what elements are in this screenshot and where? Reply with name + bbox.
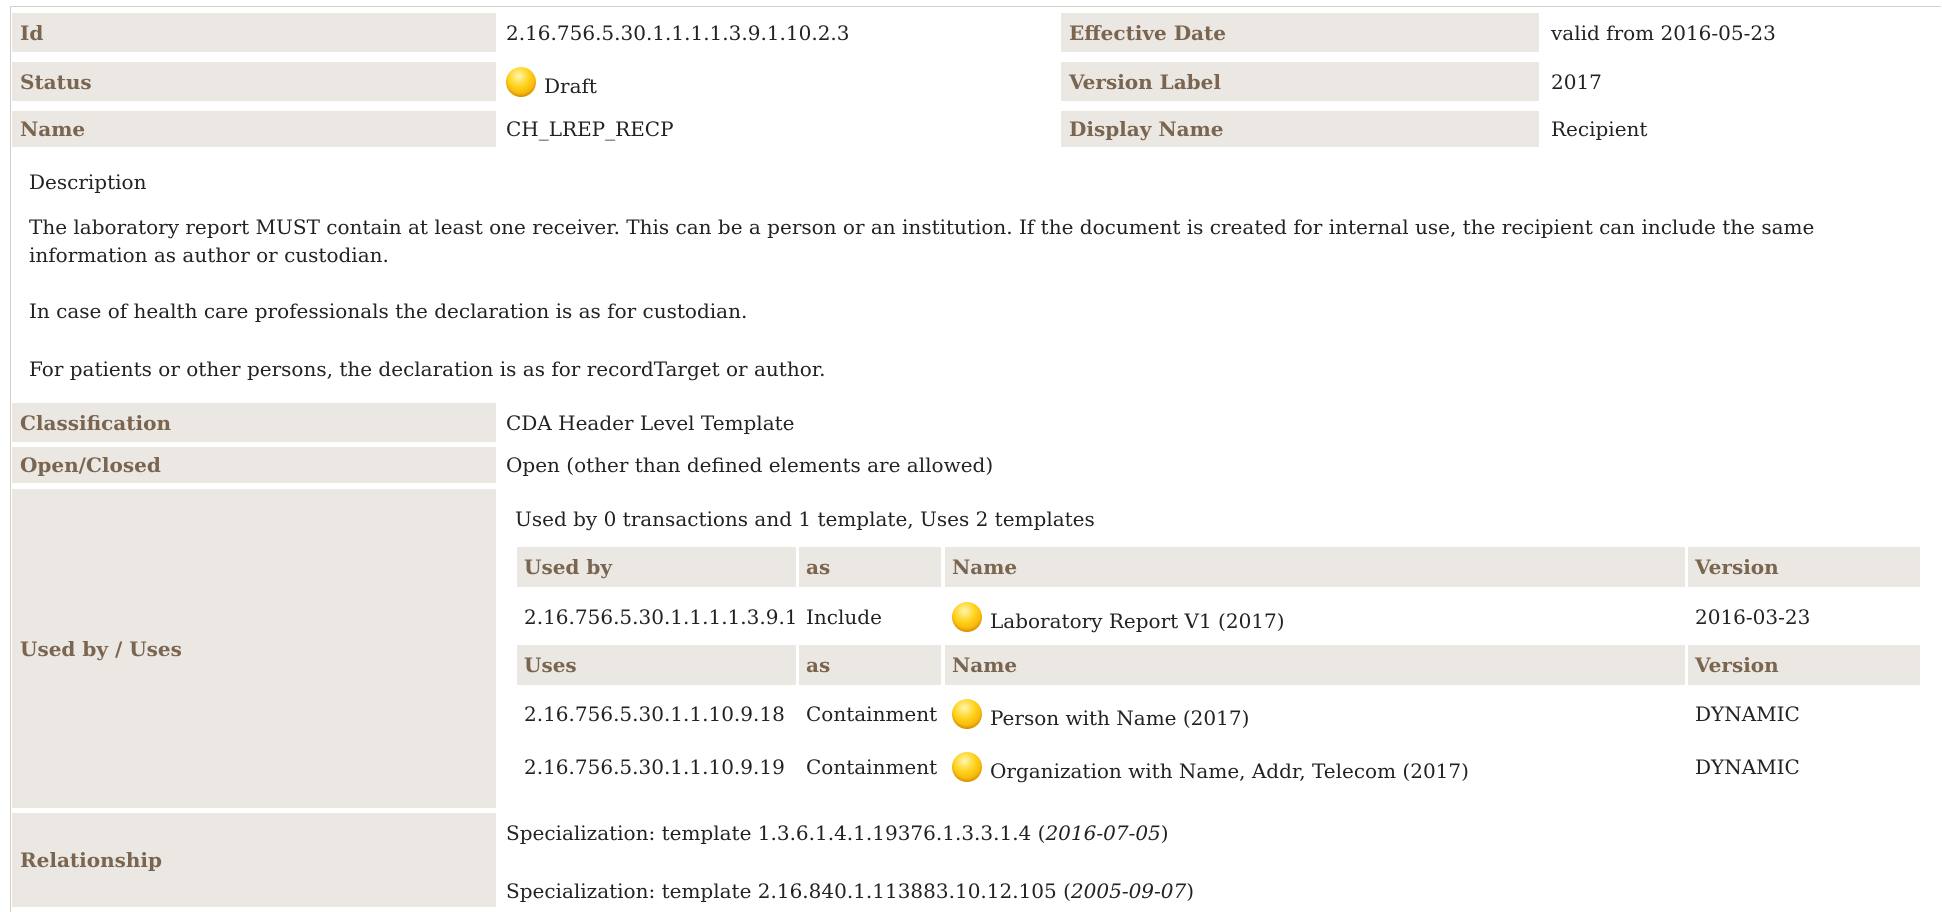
- uses-row-id: 2.16.756.5.30.1.1.10.9.18: [524, 702, 785, 726]
- uses-version-col-header: Version: [1688, 645, 1920, 685]
- uses-row-name[interactable]: Organization with Name, Addr, Telecom (2…: [945, 746, 1685, 788]
- used-by-uses-label: Used by / Uses: [12, 489, 496, 808]
- uses-row-version: DYNAMIC: [1695, 755, 1800, 779]
- open-closed-label: Open/Closed: [12, 447, 496, 483]
- display-name-value: Recipient: [1551, 117, 1648, 141]
- uses-row-version: DYNAMIC: [1695, 702, 1800, 726]
- uses-col-header: Uses: [517, 645, 796, 685]
- used-by-summary: Used by 0 transactions and 1 template, U…: [515, 507, 1095, 531]
- used-by-as-col-header: as: [799, 547, 941, 587]
- relationship-item[interactable]: Specialization: template 2.16.840.1.1138…: [506, 877, 1194, 905]
- relationship-item-date: 2005-09-07: [1070, 879, 1187, 903]
- relationship-item-close: ): [1186, 879, 1195, 903]
- used-by-row-name[interactable]: Laboratory Report V1 (2017): [945, 596, 1685, 638]
- id-label: Id: [12, 13, 496, 52]
- uses-as-col-header: as: [799, 645, 941, 685]
- status-value: Draft: [498, 62, 1058, 101]
- uses-row-name-text[interactable]: Person with Name (2017): [990, 706, 1249, 730]
- used-by-row-name-text[interactable]: Laboratory Report V1 (2017): [990, 609, 1285, 633]
- relationship-item-text: Specialization: template 2.16.840.1.1138…: [506, 879, 1071, 903]
- description-paragraph-3: For patients or other persons, the decla…: [29, 357, 826, 381]
- relationship-item-text: Specialization: template 1.3.6.1.4.1.193…: [506, 821, 1046, 845]
- used-by-row-as: Include: [806, 605, 882, 629]
- relationship-item-close: ): [1160, 821, 1169, 845]
- uses-row-as: Containment: [806, 755, 938, 779]
- status-draft-icon: [952, 752, 982, 782]
- uses-row-name[interactable]: Person with Name (2017): [945, 693, 1685, 735]
- uses-name-col-header: Name: [945, 645, 1685, 685]
- version-label-value: 2017: [1551, 69, 1602, 94]
- status-draft-icon: [952, 602, 982, 632]
- relationship-item-date: 2016-07-05: [1045, 821, 1161, 845]
- description-heading: Description: [29, 170, 147, 194]
- uses-row-as: Containment: [806, 702, 938, 726]
- classification-value: CDA Header Level Template: [506, 410, 795, 435]
- used-by-name-col-header: Name: [945, 547, 1685, 587]
- display-name-label: Display Name: [1061, 111, 1539, 147]
- status-draft-icon: [952, 699, 982, 729]
- status-label: Status: [12, 62, 496, 101]
- name-value: CH_LREP_RECP: [506, 117, 674, 141]
- used-by-version-col-header: Version: [1688, 547, 1920, 587]
- classification-label: Classification: [12, 403, 496, 442]
- name-label: Name: [12, 111, 496, 147]
- effective-date-label: Effective Date: [1061, 13, 1539, 52]
- id-value: 2.16.756.5.30.1.1.1.1.3.9.1.10.2.3: [506, 20, 850, 45]
- effective-date-value: valid from 2016-05-23: [1551, 20, 1776, 45]
- version-label-label: Version Label: [1061, 62, 1539, 101]
- open-closed-value: Open (other than defined elements are al…: [506, 453, 994, 477]
- status-draft-icon: [506, 66, 536, 97]
- status-text: Draft: [544, 73, 597, 98]
- used-by-row-id: 2.16.756.5.30.1.1.1.1.3.9.1: [524, 605, 798, 629]
- description-paragraph-1: The laboratory report MUST contain at le…: [29, 215, 1815, 267]
- used-by-col-header: Used by: [517, 547, 796, 587]
- used-by-row-version: 2016-03-23: [1695, 605, 1811, 629]
- relationship-item[interactable]: Specialization: template 1.3.6.1.4.1.193…: [506, 819, 1169, 847]
- uses-row-name-text[interactable]: Organization with Name, Addr, Telecom (2…: [990, 759, 1469, 783]
- uses-row-id: 2.16.756.5.30.1.1.10.9.19: [524, 755, 785, 779]
- relationship-label: Relationship: [12, 813, 496, 907]
- description-paragraph-2: In case of health care professionals the…: [29, 299, 748, 323]
